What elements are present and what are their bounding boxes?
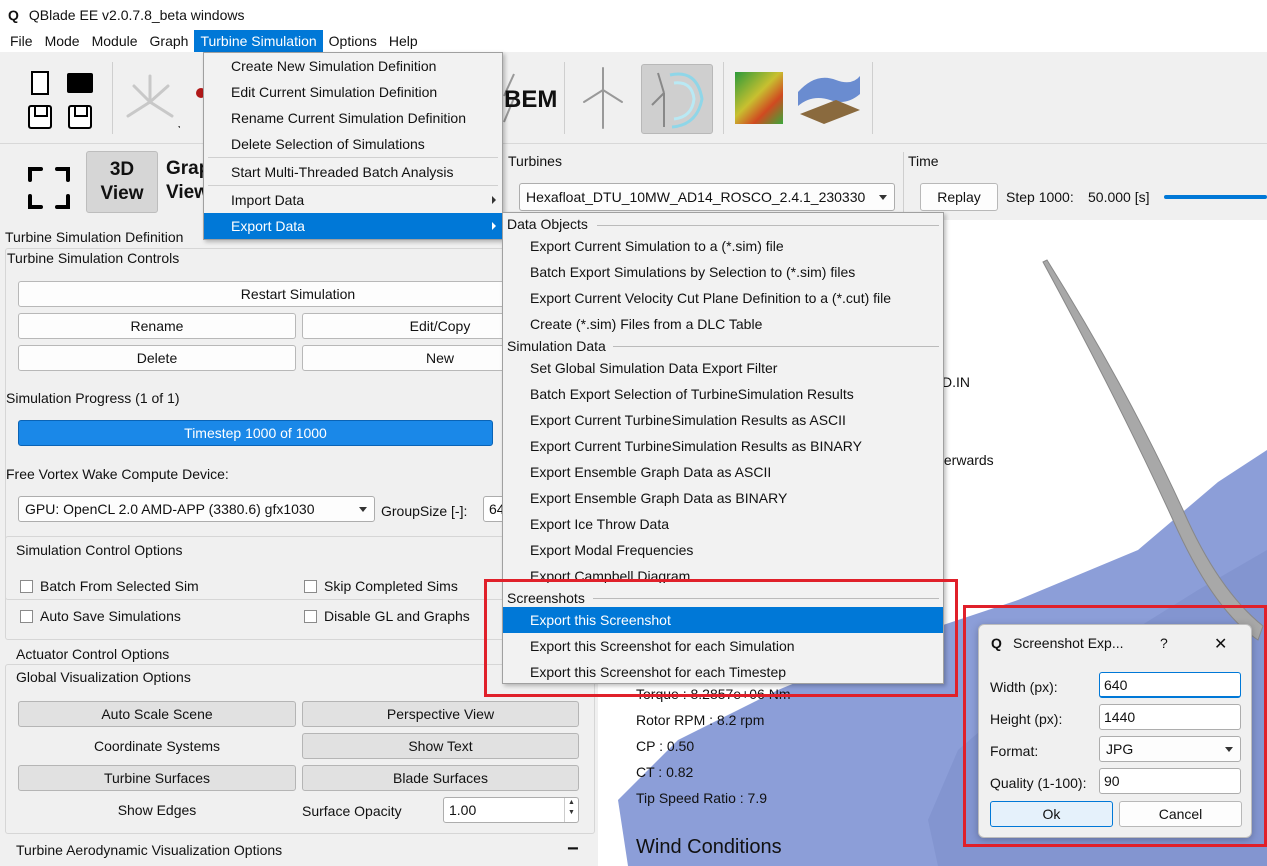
menu-item-edit-simulation[interactable]: Edit Current Simulation Definition	[204, 79, 502, 105]
actuator-title: Actuator Control Options	[16, 646, 170, 662]
title-bar: Q QBlade EE v2.0.7.8_beta windows	[0, 0, 1267, 30]
open-folder-icon[interactable]	[67, 73, 93, 93]
save-as-icon[interactable]	[68, 105, 92, 129]
global-vis-title: Global Visualization Options	[16, 669, 191, 685]
menu-module[interactable]: Module	[86, 30, 144, 52]
step-label: Step 1000:	[1006, 189, 1074, 205]
coordinate-systems-button[interactable]: Coordinate Systems	[18, 733, 296, 759]
menu-item-export-filter[interactable]: Set Global Simulation Data Export Filter	[503, 355, 943, 381]
toolbar-separator	[112, 62, 113, 134]
menu-item-export-sim[interactable]: Export Current Simulation to a (*.sim) f…	[503, 233, 943, 259]
ct-readout: CT : 0.82	[636, 764, 694, 780]
menu-item-export-data[interactable]: Export Data	[204, 213, 502, 239]
collapse-icon[interactable]: −	[567, 838, 579, 861]
menu-mode[interactable]: Mode	[39, 30, 86, 52]
menu-item-rename-simulation[interactable]: Rename Current Simulation Definition	[204, 105, 502, 131]
windfield-icon[interactable]	[735, 72, 783, 124]
menu-item-export-ensemble-ascii[interactable]: Export Ensemble Graph Data as ASCII	[503, 459, 943, 485]
compute-device-select[interactable]: GPU: OpenCL 2.0 AMD-APP (3380.6) gfx1030	[18, 496, 375, 522]
menu-item-create-sim-from-dlc[interactable]: Create (*.sim) Files from a DLC Table	[503, 311, 943, 337]
menu-item-export-ice-throw[interactable]: Export Ice Throw Data	[503, 511, 943, 537]
restart-simulation-button[interactable]: Restart Simulation	[18, 281, 578, 307]
highlight-box-screenshots	[484, 579, 958, 697]
window-title: QBlade EE v2.0.7.8_beta windows	[28, 7, 245, 23]
show-edges-button[interactable]: Show Edges	[18, 797, 296, 823]
menu-item-create-simulation[interactable]: Create New Simulation Definition	[204, 53, 502, 79]
view-3d-button[interactable]: 3D View	[86, 151, 158, 213]
disable-gl-checkbox[interactable]: Disable GL and Graphs	[304, 608, 470, 624]
groupsize-label: GroupSize [-]:	[381, 503, 468, 519]
menu-item-batch-analysis[interactable]: Start Multi-Threaded Batch Analysis	[204, 159, 502, 185]
app-logo-icon: Q	[8, 7, 19, 23]
menu-item-export-results-binary[interactable]: Export Current TurbineSimulation Results…	[503, 433, 943, 459]
menu-options[interactable]: Options	[323, 30, 383, 52]
new-file-icon[interactable]	[31, 71, 49, 95]
view-bar: 3D View Grap View Turbines Hexafloat_DTU…	[0, 144, 1267, 220]
rotor-blade-icon[interactable]	[124, 72, 180, 128]
rename-button[interactable]: Rename	[18, 313, 296, 339]
rotor-rpm-readout: Rotor RPM : 8.2 rpm	[636, 712, 765, 728]
turbine-icon[interactable]	[580, 66, 626, 130]
fullscreen-icon[interactable]	[27, 166, 71, 210]
blade-surfaces-button[interactable]: Blade Surfaces	[302, 765, 579, 791]
auto-scale-button[interactable]: Auto Scale Scene	[18, 701, 296, 727]
menu-item-batch-export-results[interactable]: Batch Export Selection of TurbineSimulat…	[503, 381, 943, 407]
step-value: 50.000 [s]	[1088, 189, 1150, 205]
turbine-simulation-icon[interactable]	[641, 64, 713, 134]
replay-button[interactable]: Replay	[920, 183, 998, 211]
turbine-surfaces-button[interactable]: Turbine Surfaces	[18, 765, 296, 791]
menu-item-import-data[interactable]: Import Data	[204, 187, 502, 213]
chevron-down-icon	[359, 507, 367, 512]
graph-view-button[interactable]: Grap View	[166, 151, 210, 213]
controls-title: Turbine Simulation Controls	[7, 250, 180, 266]
simulation-progress-bar: Timestep 1000 of 1000	[18, 420, 493, 446]
menu-item-export-cut-plane[interactable]: Export Current Velocity Cut Plane Defini…	[503, 285, 943, 311]
turbines-label: Turbines	[508, 153, 562, 169]
turbine-simulation-menu: Create New Simulation Definition Edit Cu…	[203, 52, 503, 240]
menu-file[interactable]: File	[4, 30, 39, 52]
time-label: Time	[908, 153, 939, 169]
sim-control-title: Simulation Control Options	[16, 542, 183, 558]
surface-opacity-input[interactable]: 1.00 ▲ ▼	[443, 797, 579, 823]
aero-vis-title: Turbine Aerodynamic Visualization Option…	[16, 842, 283, 858]
batch-from-selected-checkbox[interactable]: Batch From Selected Sim	[20, 578, 199, 594]
time-slider[interactable]	[1164, 195, 1267, 199]
wind-conditions-heading: Wind Conditions	[636, 836, 782, 858]
auto-save-checkbox[interactable]: Auto Save Simulations	[20, 608, 181, 624]
skip-completed-checkbox[interactable]: Skip Completed Sims	[304, 578, 458, 594]
menu-graph[interactable]: Graph	[144, 30, 195, 52]
menu-item-delete-simulations[interactable]: Delete Selection of Simulations	[204, 131, 502, 157]
viewport-text-fragment: D.IN	[942, 374, 970, 390]
section-simulation-data: Simulation Data	[507, 338, 606, 354]
save-icon[interactable]	[28, 105, 52, 129]
menu-help[interactable]: Help	[383, 30, 424, 52]
device-label: Free Vortex Wake Compute Device:	[6, 466, 229, 482]
section-data-objects: Data Objects	[507, 216, 588, 232]
submenu-arrow-icon	[492, 196, 496, 204]
chevron-down-icon	[879, 195, 887, 200]
spin-arrows-icon[interactable]: ▲ ▼	[564, 798, 578, 822]
highlight-box-dialog	[963, 605, 1267, 847]
main-toolbar: BEM	[0, 52, 1267, 144]
menu-item-export-ensemble-binary[interactable]: Export Ensemble Graph Data as BINARY	[503, 485, 943, 511]
cp-readout: CP : 0.50	[636, 738, 695, 754]
menu-bar: File Mode Module Graph Turbine Simulatio…	[0, 30, 1267, 52]
menu-item-batch-export-sim[interactable]: Batch Export Simulations by Selection to…	[503, 259, 943, 285]
progress-label: Simulation Progress (1 of 1)	[6, 390, 180, 406]
submenu-arrow-icon	[492, 222, 496, 230]
menu-item-export-results-ascii[interactable]: Export Current TurbineSimulation Results…	[503, 407, 943, 433]
delete-button[interactable]: Delete	[18, 345, 296, 371]
menu-item-export-modal-frequencies[interactable]: Export Modal Frequencies	[503, 537, 943, 563]
viewport-text-fragment: terwards	[940, 452, 994, 468]
tsr-readout: Tip Speed Ratio : 7.9	[636, 790, 768, 806]
terrain-icon[interactable]	[796, 70, 862, 126]
show-text-button[interactable]: Show Text	[302, 733, 579, 759]
perspective-view-button[interactable]: Perspective View	[302, 701, 579, 727]
turbine-select[interactable]: Hexafloat_DTU_10MW_AD14_ROSCO_2.4.1_2303…	[519, 183, 895, 211]
menu-turbine-simulation[interactable]: Turbine Simulation	[194, 30, 323, 52]
surface-opacity-label: Surface Opacity	[302, 803, 402, 819]
panel-header: Turbine Simulation Definition	[5, 229, 184, 245]
bem-label[interactable]: BEM	[504, 86, 557, 114]
